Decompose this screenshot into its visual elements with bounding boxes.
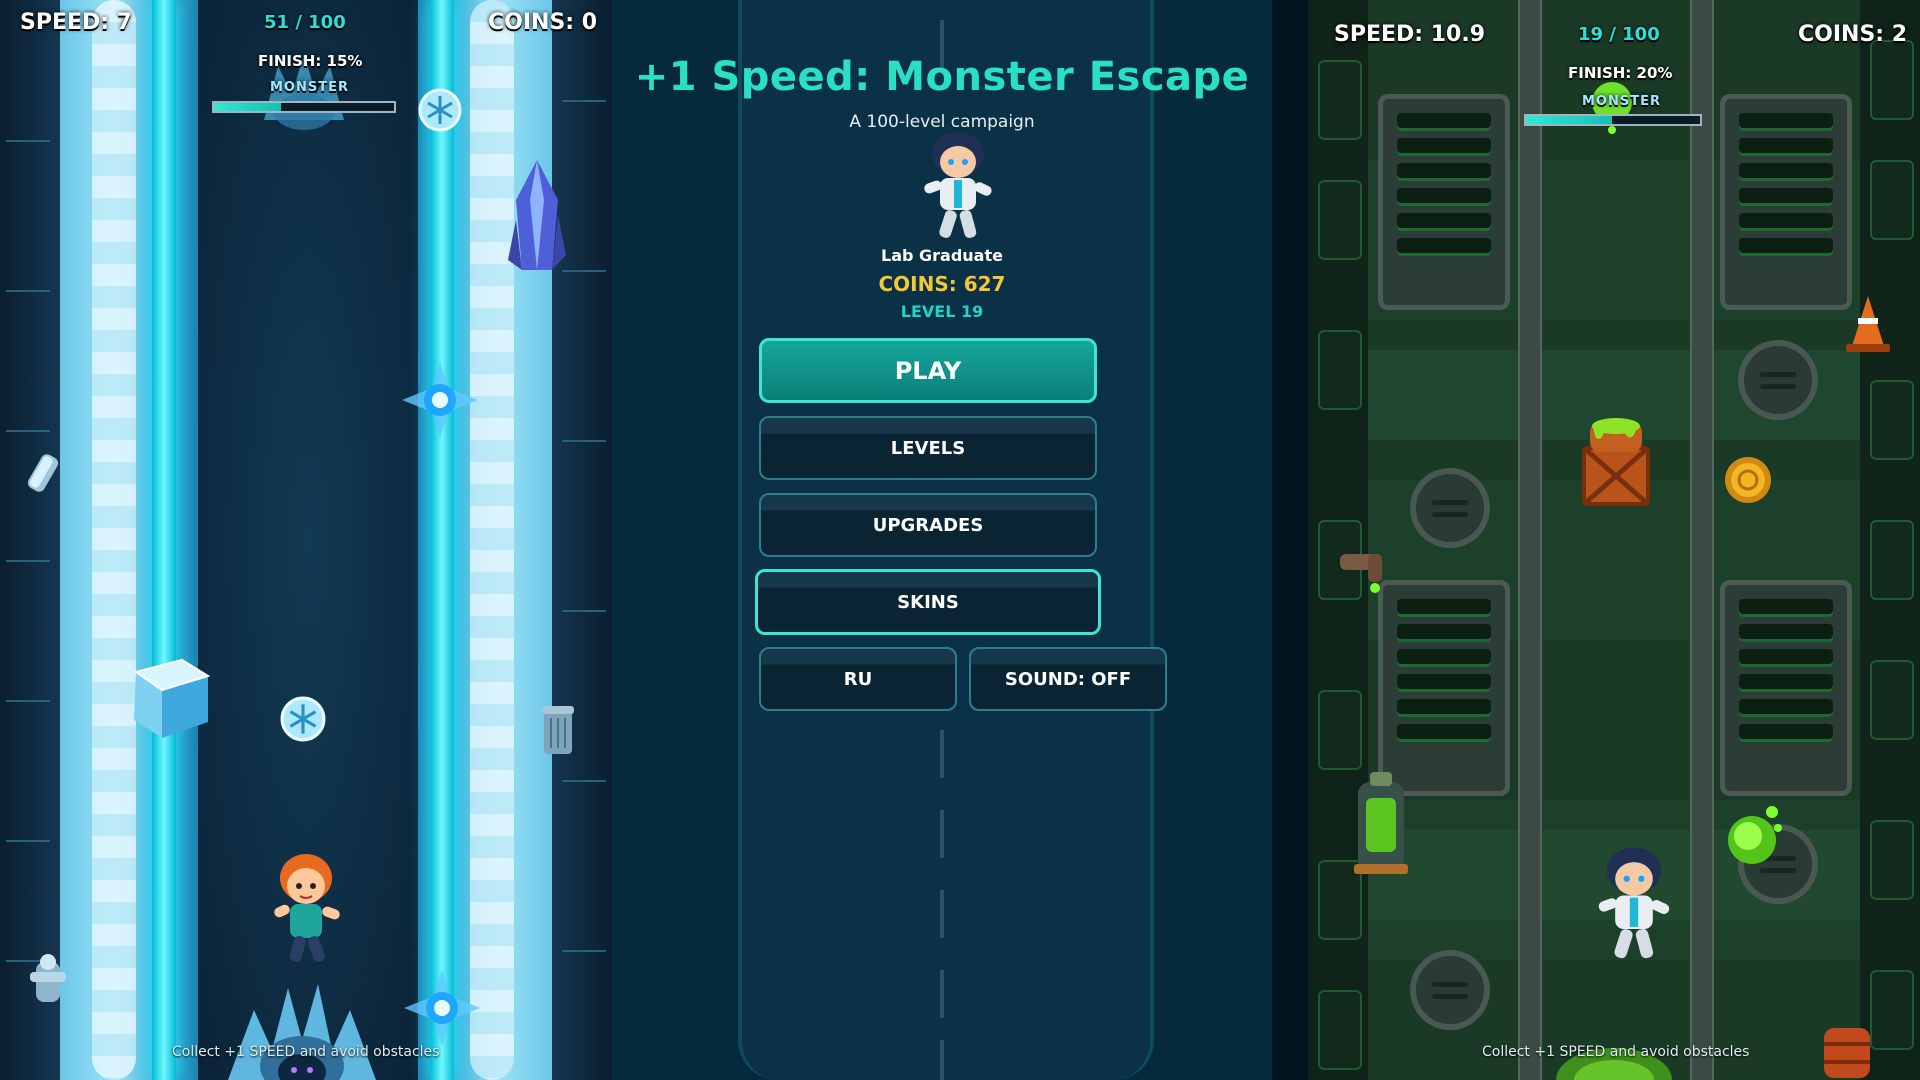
gameplay-hint: Collect +1 SPEED and avoid obstacles	[172, 1044, 440, 1060]
gold-coin-icon	[1725, 457, 1771, 503]
finish-percentage: FINISH: 20%	[1568, 64, 1673, 82]
coin-counter: COINS: 0	[488, 10, 598, 35]
gameplay-hint: Collect +1 SPEED and avoid obstacles	[1482, 1044, 1750, 1060]
game-title: +1 Speed: Monster Escape	[634, 54, 1250, 100]
monster-label: MONSTER	[1582, 94, 1661, 109]
skin-name: Lab Graduate	[881, 246, 1003, 265]
slime-blob-icon	[1728, 806, 1782, 864]
speed-boost-orb-icon	[402, 362, 478, 438]
finish-percentage: FINISH: 15%	[258, 52, 363, 70]
left-wall	[1308, 0, 1368, 1080]
sound-toggle-button[interactable]: SOUND: OFF	[969, 647, 1167, 711]
ice-monster-icon	[228, 984, 376, 1080]
speed-counter: SPEED: 10.9	[1334, 22, 1486, 47]
speed-boost-orb-icon	[404, 970, 480, 1046]
monster-distance-fill	[214, 103, 281, 111]
current-level: LEVEL 19	[900, 302, 984, 321]
leaking-pipe-icon	[1340, 554, 1382, 593]
level-progress-counter: 19 / 100	[1578, 24, 1660, 45]
upgrades-button[interactable]: UPGRADES	[759, 493, 1097, 557]
floor-vent	[1378, 94, 1510, 310]
play-button[interactable]: PLAY	[759, 338, 1097, 403]
player-character-icon	[1598, 847, 1670, 959]
floor-vent	[1720, 94, 1852, 310]
ice-crystal-icon	[508, 160, 566, 270]
frozen-trashcan-icon	[542, 706, 574, 754]
skins-button[interactable]: SKINS	[755, 569, 1101, 635]
manhole-cover	[1738, 340, 1818, 420]
floor-vent	[1720, 580, 1852, 796]
slime-canister-icon	[1354, 772, 1408, 874]
coin-counter: COINS: 2	[1798, 22, 1908, 47]
floor-vent	[1378, 580, 1510, 796]
total-coins: COINS: 627	[878, 272, 1006, 296]
snowflake-token-icon	[418, 88, 462, 132]
barrel-icon	[1824, 1028, 1870, 1078]
monster-label: MONSTER	[270, 80, 349, 95]
laser-beam-right	[430, 0, 454, 1080]
monster-distance-fill	[1526, 116, 1613, 124]
traffic-cone-icon	[1846, 296, 1890, 352]
lab-level-screen: SPEED: 10.9 19 / 100 COINS: 2 FINISH: 20…	[1308, 0, 1920, 1080]
selected-skin-avatar	[924, 132, 992, 238]
main-menu-screen: +1 Speed: Monster Escape A 100-level cam…	[612, 0, 1272, 1080]
slime-crate-obstacle-icon	[1582, 418, 1650, 506]
frozen-pipe-icon	[27, 454, 59, 492]
snowflake-token-icon	[280, 696, 326, 742]
right-wall	[1860, 0, 1920, 1080]
lane-rail-left	[1518, 0, 1542, 1080]
level-progress-counter: 51 / 100	[264, 12, 346, 33]
player-character-icon	[274, 854, 340, 962]
ice-cube-obstacle-icon	[133, 658, 211, 738]
manhole-cover	[1410, 468, 1490, 548]
manhole-cover	[1410, 950, 1490, 1030]
frozen-hydrant-icon	[30, 954, 66, 1002]
frost-edge-left	[92, 0, 136, 1080]
levels-button[interactable]: LEVELS	[759, 416, 1097, 480]
laser-beam-left	[152, 0, 176, 1080]
left-wall	[0, 0, 60, 1080]
ice-level-screen: SPEED: 7 51 / 100 COINS: 0 FINISH: 15% M…	[0, 0, 612, 1080]
speed-counter: SPEED: 7	[20, 10, 133, 35]
lane-rail-right	[1690, 0, 1714, 1080]
monster-distance-bar	[212, 101, 396, 113]
monster-distance-bar	[1524, 114, 1702, 126]
language-button[interactable]: RU	[759, 647, 957, 711]
